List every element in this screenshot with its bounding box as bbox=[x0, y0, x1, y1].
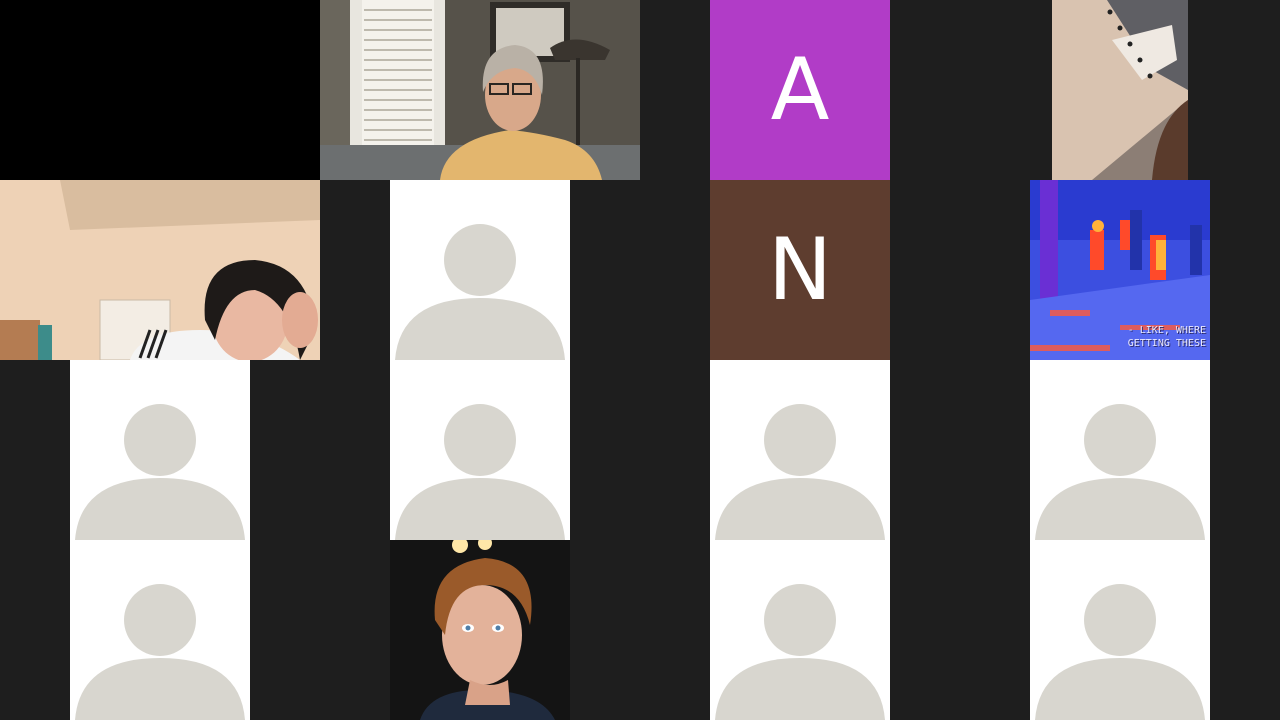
participant-tile-ceiling-video[interactable] bbox=[1052, 0, 1188, 180]
participant-tile-avatar[interactable] bbox=[710, 540, 890, 720]
avatar-placeholder-icon bbox=[1035, 584, 1205, 720]
participant-tile-n[interactable]: N bbox=[710, 180, 890, 360]
participant-tile-avatar[interactable] bbox=[710, 360, 890, 540]
avatar-placeholder-icon bbox=[75, 584, 245, 720]
girl-video-feed bbox=[0, 180, 320, 360]
participant-tile-avatar[interactable] bbox=[1030, 360, 1210, 540]
participant-tile-boy-video[interactable] bbox=[390, 540, 570, 720]
ceiling-video-feed bbox=[1052, 0, 1188, 180]
avatar-placeholder-icon bbox=[395, 224, 565, 360]
participant-tile-blank[interactable] bbox=[0, 0, 320, 180]
avatar-placeholder-icon bbox=[1035, 404, 1205, 540]
participant-tile-a[interactable]: A bbox=[710, 0, 890, 180]
boy-video-feed bbox=[390, 540, 570, 720]
participant-tile-avatar[interactable] bbox=[70, 360, 250, 540]
participant-tile-avatar[interactable] bbox=[70, 540, 250, 720]
participant-initial: A bbox=[770, 40, 830, 140]
caption-line: - LIKE, WHERE bbox=[1127, 325, 1206, 336]
participant-initial: N bbox=[767, 220, 833, 320]
avatar-placeholder-icon bbox=[715, 584, 885, 720]
participant-tile-girl-video[interactable] bbox=[0, 180, 320, 360]
participant-tile-avatar[interactable] bbox=[390, 360, 570, 540]
participant-tile-avatar[interactable] bbox=[1030, 540, 1210, 720]
avatar-placeholder-icon bbox=[395, 404, 565, 540]
avatar-placeholder-icon bbox=[715, 404, 885, 540]
woman-video-feed bbox=[320, 0, 640, 180]
participant-tile-woman-video[interactable] bbox=[320, 0, 640, 180]
avatar-placeholder-icon bbox=[75, 404, 245, 540]
caption-line: GETTING THESE bbox=[1127, 338, 1206, 349]
participant-tile-inverted-video[interactable]: - LIKE, WHERE GETTING THESE bbox=[1030, 180, 1210, 360]
participant-tile-avatar[interactable] bbox=[390, 180, 570, 360]
video-caption-overlay: - LIKE, WHERE GETTING THESE bbox=[1128, 324, 1206, 350]
